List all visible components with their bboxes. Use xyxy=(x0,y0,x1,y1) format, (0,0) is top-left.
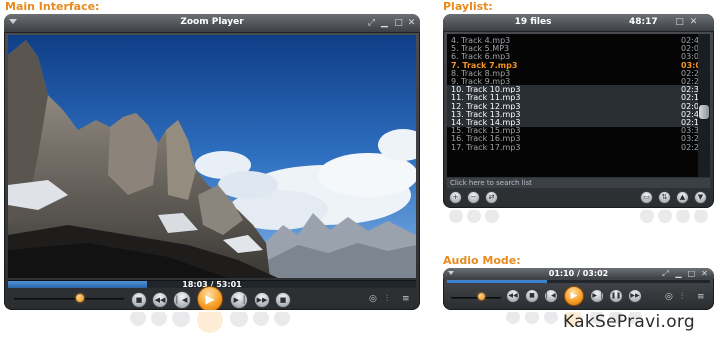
playlist-shuffle-button[interactable]: ⇄ xyxy=(485,191,498,204)
volume-knob[interactable] xyxy=(76,294,84,302)
audio-menu-icon[interactable]: ≡ xyxy=(697,292,705,302)
visualizer-icon[interactable]: ◎ xyxy=(369,294,377,304)
playlist-remove-button[interactable]: − xyxy=(467,191,480,204)
video-display[interactable] xyxy=(8,35,416,278)
main-interface-label: Main Interface: xyxy=(5,0,100,13)
audio-minimize-icon[interactable]: ▁ xyxy=(673,268,684,279)
audio-pause-button[interactable]: ❚❚ xyxy=(609,289,623,303)
playlist-minimize-icon[interactable]: □ xyxy=(674,17,685,28)
audio-mode-window: 01:10 / 03:02 ⤢ ▁ □ ✕ ◀◀ ■ ▏◀ ▶ ▶▕ ❚❚ ▶▶… xyxy=(443,268,714,310)
fast-forward-button[interactable]: ▶▶ xyxy=(254,292,270,308)
watermark-text: KakSePravi.org xyxy=(563,312,695,332)
playlist-add-button[interactable]: + xyxy=(449,191,462,204)
maximize-icon[interactable]: □ xyxy=(393,18,404,29)
audio-seek-bar[interactable] xyxy=(447,280,710,283)
playlist-reflection xyxy=(446,209,714,232)
stop-button[interactable]: ■ xyxy=(131,292,147,308)
audio-stop-button[interactable]: ■ xyxy=(525,289,539,303)
playlist-move-down-button[interactable]: ▼ xyxy=(694,191,707,204)
audio-maximize-icon[interactable]: □ xyxy=(686,268,697,279)
playlist-track-row[interactable]: 17. Track 17.mp3 02:21 xyxy=(447,143,710,152)
close-icon[interactable]: ✕ xyxy=(406,18,417,29)
audio-seek-bar-fill xyxy=(447,280,547,283)
audio-titlebar[interactable]: 01:10 / 03:02 ⤢ ▁ □ ✕ xyxy=(443,268,714,279)
playlist-total-time: 48:17 xyxy=(629,17,658,27)
playlist-file-count: 19 files xyxy=(514,17,552,27)
playlist-track-name: 17. Track 17.mp3 xyxy=(451,142,521,152)
audio-rewind-button[interactable]: ◀◀ xyxy=(506,289,520,303)
playlist-track-list[interactable]: 4. Track 4.mp3 02:49 5. Track 5.MP3 02:02 6.… xyxy=(447,34,710,177)
main-player-title: Zoom Player xyxy=(180,17,244,27)
stop-alt-button[interactable]: ■ xyxy=(275,292,291,308)
main-player-window: Zoom Player ⤢ ▁ □ ✕ 18:03 / 53:01 ■ ◀◀ ▏… xyxy=(4,14,420,310)
menu-icon[interactable]: ≡ xyxy=(402,294,410,304)
playlist-save-button[interactable]: ▭ xyxy=(640,191,653,204)
playlist-window: 19 files 48:17 □ ✕ 4. Track 4.mp3 02:49 5.… xyxy=(443,14,714,208)
next-button[interactable]: ▶▕ xyxy=(230,291,248,309)
volume-slider[interactable] xyxy=(14,298,124,300)
playlist-move-up-button[interactable]: ▲ xyxy=(676,191,689,204)
main-titlebar[interactable]: Zoom Player ⤢ ▁ □ ✕ xyxy=(4,14,420,33)
audio-equalizer-icon[interactable]: ⫶ xyxy=(681,292,683,302)
audio-fullscreen-icon[interactable]: ⤢ xyxy=(660,268,671,279)
fullscreen-icon[interactable]: ⤢ xyxy=(366,18,377,29)
playlist-search-field[interactable]: Click here to search list xyxy=(447,178,710,188)
play-button[interactable]: ▶ xyxy=(197,286,223,310)
playlist-scroll-thumb[interactable] xyxy=(699,104,709,119)
audio-next-button[interactable]: ▶▕ xyxy=(590,289,604,303)
audio-visualizer-icon[interactable]: ◎ xyxy=(665,292,673,302)
audio-previous-button[interactable]: ▏◀ xyxy=(544,289,558,303)
playlist-titlebar[interactable]: 19 files 48:17 □ ✕ xyxy=(443,14,714,32)
playlist-close-icon[interactable]: ✕ xyxy=(688,17,699,28)
playlist-sort-button[interactable]: ⇅ xyxy=(658,191,671,204)
mountain-landscape-image xyxy=(8,35,416,278)
audio-fast-forward-button[interactable]: ▶▶ xyxy=(628,289,642,303)
audio-close-icon[interactable]: ✕ xyxy=(699,268,710,279)
playlist-scrollbar[interactable] xyxy=(698,34,710,177)
audio-mode-label: Audio Mode: xyxy=(443,254,521,267)
previous-button[interactable]: ▏◀ xyxy=(173,291,191,309)
audio-play-button[interactable]: ▶ xyxy=(564,286,584,306)
audio-volume-knob[interactable] xyxy=(478,293,485,300)
playlist-label: Playlist: xyxy=(443,0,493,13)
main-control-strip: ■ ◀◀ ▏◀ ▶ ▶▕ ▶▶ ■ ◎ ⫶ ≡ xyxy=(4,286,420,310)
rewind-button[interactable]: ◀◀ xyxy=(152,292,168,308)
minimize-icon[interactable]: ▁ xyxy=(379,18,390,29)
audio-volume-slider[interactable] xyxy=(451,297,501,299)
equalizer-icon[interactable]: ⫶ xyxy=(386,294,388,304)
main-controls-reflection xyxy=(130,307,290,340)
